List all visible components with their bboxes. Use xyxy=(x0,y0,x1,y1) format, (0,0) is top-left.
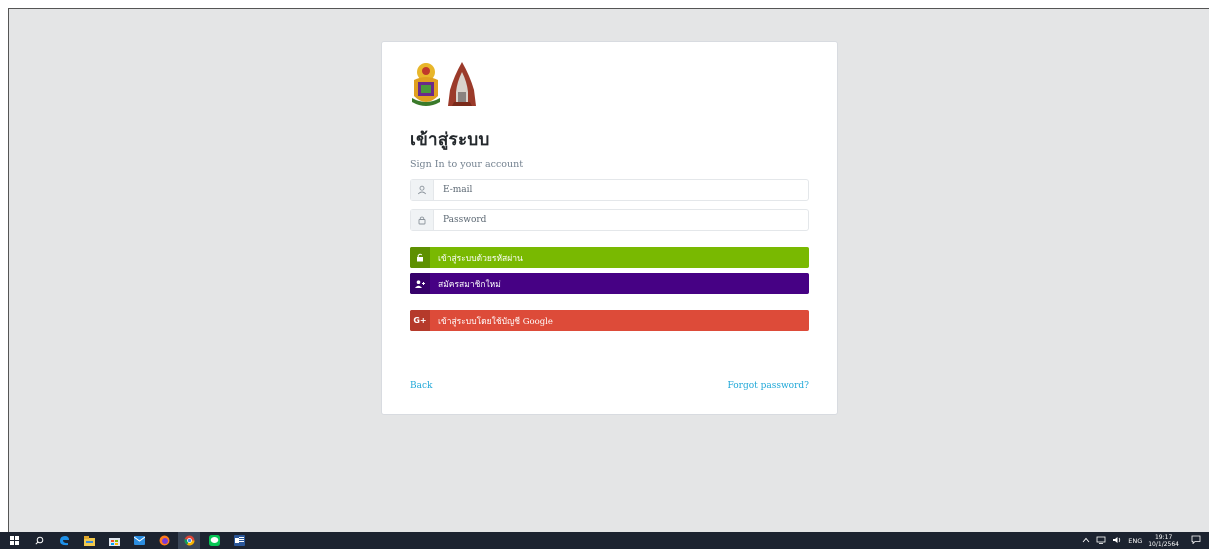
register-label: สมัครสมาชิกใหม่ xyxy=(438,279,501,290)
unlock-icon xyxy=(410,247,430,268)
page-subtitle: Sign In to your account xyxy=(410,159,524,170)
back-link[interactable]: Back xyxy=(410,381,432,391)
add-user-icon xyxy=(410,273,430,294)
word-icon[interactable] xyxy=(228,532,250,549)
email-input-group xyxy=(410,179,809,201)
login-card: เข้าสู่ระบบ Sign In to your account เข้า… xyxy=(381,41,838,415)
system-tray: ENG 19:17 10/1/2564 xyxy=(1082,532,1209,549)
google-plus-icon: G+ xyxy=(410,310,430,331)
logos xyxy=(410,56,809,108)
chevron-up-icon[interactable] xyxy=(1082,537,1090,545)
google-login-label: เข้าสู่ระบบโดยใช้บัญชี Google xyxy=(438,316,553,327)
register-button[interactable]: สมัครสมาชิกใหม่ xyxy=(410,273,809,294)
password-input[interactable] xyxy=(434,210,808,230)
chrome-icon[interactable] xyxy=(178,532,200,549)
windows-taskbar: ENG 19:17 10/1/2564 xyxy=(0,532,1209,549)
mail-icon[interactable] xyxy=(128,532,150,549)
store-icon[interactable] xyxy=(103,532,125,549)
clock-time: 19:17 xyxy=(1154,533,1173,541)
edge-browser-icon[interactable] xyxy=(53,532,75,549)
windows-start-icon[interactable] xyxy=(3,532,25,549)
university-emblem-logo xyxy=(448,62,476,106)
clock-date: 10/1/2564 xyxy=(1148,540,1179,548)
clock[interactable]: 19:17 10/1/2564 xyxy=(1148,534,1179,548)
firefox-icon[interactable] xyxy=(153,532,175,549)
password-input-group xyxy=(410,209,809,231)
password-login-label: เข้าสู่ระบบด้วยรหัสผ่าน xyxy=(438,253,523,264)
footer-links: Back Forgot password? xyxy=(410,381,809,391)
search-icon[interactable] xyxy=(28,532,50,549)
user-icon xyxy=(411,180,434,200)
forgot-password-link[interactable]: Forgot password? xyxy=(727,381,809,391)
email-input[interactable] xyxy=(434,180,808,200)
browser-viewport: เข้าสู่ระบบ Sign In to your account เข้า… xyxy=(8,8,1209,532)
google-login-button[interactable]: G+ เข้าสู่ระบบโดยใช้บัญชี Google xyxy=(410,310,809,331)
volume-icon[interactable] xyxy=(1112,536,1122,546)
notification-icon[interactable] xyxy=(1191,535,1201,546)
language-indicator[interactable]: ENG xyxy=(1128,537,1142,545)
line-chat-icon[interactable] xyxy=(203,532,225,549)
password-login-button[interactable]: เข้าสู่ระบบด้วยรหัสผ่าน xyxy=(410,247,809,268)
ministry-emblem-logo xyxy=(412,63,440,106)
lock-icon xyxy=(411,210,434,230)
file-explorer-icon[interactable] xyxy=(78,532,100,549)
page-title: เข้าสู่ระบบ xyxy=(410,130,490,150)
network-icon[interactable] xyxy=(1096,536,1106,546)
